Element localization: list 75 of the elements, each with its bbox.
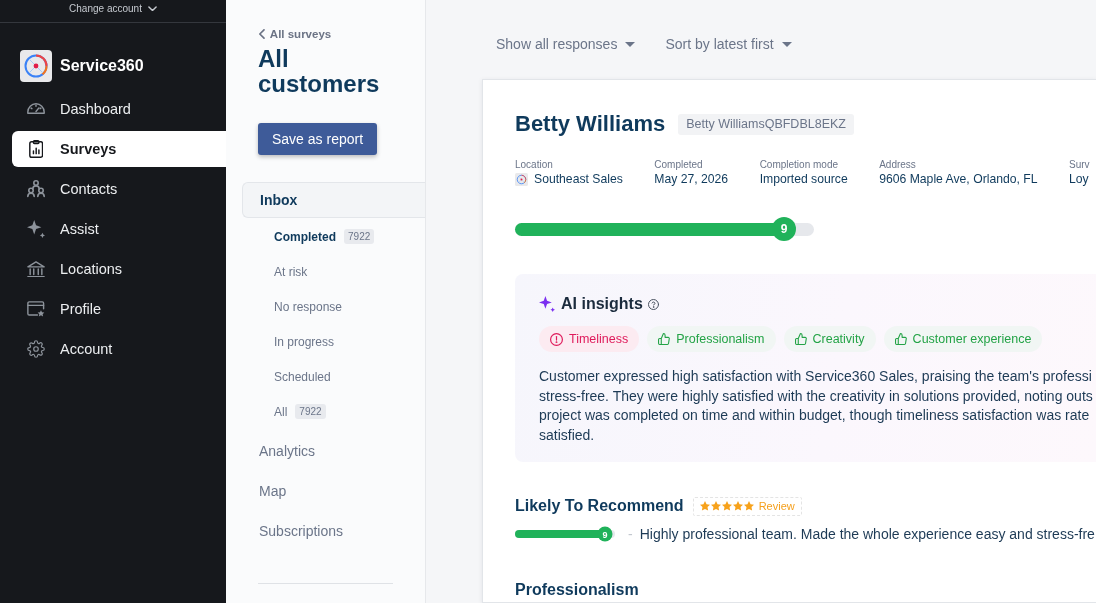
detail-label: Completed [654, 158, 703, 171]
inbox-filter[interactable]: No response [258, 289, 343, 324]
respondent-name: Betty Williams [515, 110, 666, 138]
response-id-tag: Betty WilliamsQBFDBL8EKZ [678, 113, 854, 135]
logo-icon [20, 50, 52, 82]
score-marker: 9 [772, 217, 797, 241]
inbox-filter[interactable]: Scheduled [258, 359, 331, 394]
response-comment: Highly professional team. Made the whole experience easy and stress-fre [639, 526, 1095, 542]
people-icon [27, 180, 45, 198]
topic-label: Creativity [812, 332, 865, 346]
count-badge: 7922 [344, 229, 375, 244]
star-icon [699, 501, 710, 511]
star-icon [743, 501, 754, 511]
chevron-down-icon [147, 5, 157, 12]
question-title: Likely To Recommend [515, 496, 684, 516]
alert-icon [550, 332, 563, 346]
inbox-filter[interactable]: All 7922 [258, 394, 326, 429]
nav-item[interactable]: Account [12, 331, 226, 367]
inbox-filter[interactable]: At risk [258, 254, 308, 289]
nav-item[interactable]: Profile [12, 291, 226, 327]
thumbs-up-icon [658, 333, 671, 345]
topic-label: Customer experience [912, 332, 1032, 346]
star-icon [710, 501, 721, 511]
section-link[interactable]: Analytics [258, 430, 316, 471]
sparkle-icon [539, 296, 555, 312]
section-link[interactable]: Map [258, 470, 287, 511]
insights-title: AI insights [561, 294, 643, 314]
question-title: Professionalism [515, 580, 639, 600]
review-label: Review [758, 500, 795, 512]
detail-label: Address [879, 158, 916, 171]
brand-name: Service360 [60, 57, 144, 75]
filter-dropdown[interactable]: Show all responses [496, 34, 636, 54]
save-report-button[interactable]: Save as report [258, 123, 378, 155]
detail-value: May 27, 2026 [654, 171, 729, 187]
filter-dropdown[interactable]: Sort by latest first [665, 34, 792, 54]
separator-dash: - [628, 526, 633, 542]
detail-value: Imported source [759, 171, 848, 187]
settings-icon [27, 340, 45, 358]
chevron-left-icon [259, 29, 265, 39]
help-icon [647, 298, 659, 310]
star-icon [721, 501, 732, 511]
detail-label: Location [515, 158, 553, 171]
section-link[interactable]: Subscriptions [258, 510, 344, 551]
insights-summary: Customer expressed high satisfaction with Service360 Sales, praising the team's professi stress-free. They were highly satisfied with the creativity in solutions provided, noting outs project was completed on time and within budget, though timeliness satisfaction was rate satisfied. [539, 367, 1094, 445]
nav-item[interactable]: Assist [12, 211, 226, 247]
nav-item[interactable]: Locations [12, 251, 226, 287]
window-star-icon [27, 301, 45, 317]
nav-item[interactable]: Dashboard [12, 91, 226, 127]
sparkle-icon [27, 220, 45, 238]
nav-item[interactable]: Surveys [12, 131, 226, 167]
section-link[interactable]: Inbox [242, 182, 425, 218]
thumbs-up-icon [794, 333, 807, 345]
location-logo-icon [515, 172, 528, 186]
thumbs-up-icon [894, 333, 907, 345]
page-title: All customers [258, 46, 381, 96]
inbox-filter[interactable]: In progress [258, 324, 335, 359]
caret-down-icon [625, 41, 636, 47]
star-icon [732, 501, 743, 511]
detail-value: Southeast Sales [534, 171, 623, 187]
gauge-icon [27, 103, 45, 115]
count-badge: 7922 [295, 404, 326, 419]
topic-label: Professionalism [676, 332, 765, 346]
caret-down-icon [781, 41, 792, 47]
score-marker: 9 [597, 526, 613, 542]
detail-value: Loy [1069, 171, 1089, 187]
inbox-filter[interactable]: Completed 7922 [258, 219, 375, 254]
topic-label: Timeliness [569, 332, 629, 346]
detail-value: 9606 Maple Ave, Orlando, FL [879, 171, 1038, 187]
clipboard-chart-icon [28, 140, 44, 158]
bank-icon [27, 260, 45, 278]
account-switcher[interactable]: Change account [69, 0, 157, 15]
detail-label: Completion mode [759, 158, 838, 171]
detail-label: Surv [1069, 158, 1090, 171]
back-link[interactable]: All surveys [258, 26, 332, 42]
nav-item[interactable]: Contacts [12, 171, 226, 207]
